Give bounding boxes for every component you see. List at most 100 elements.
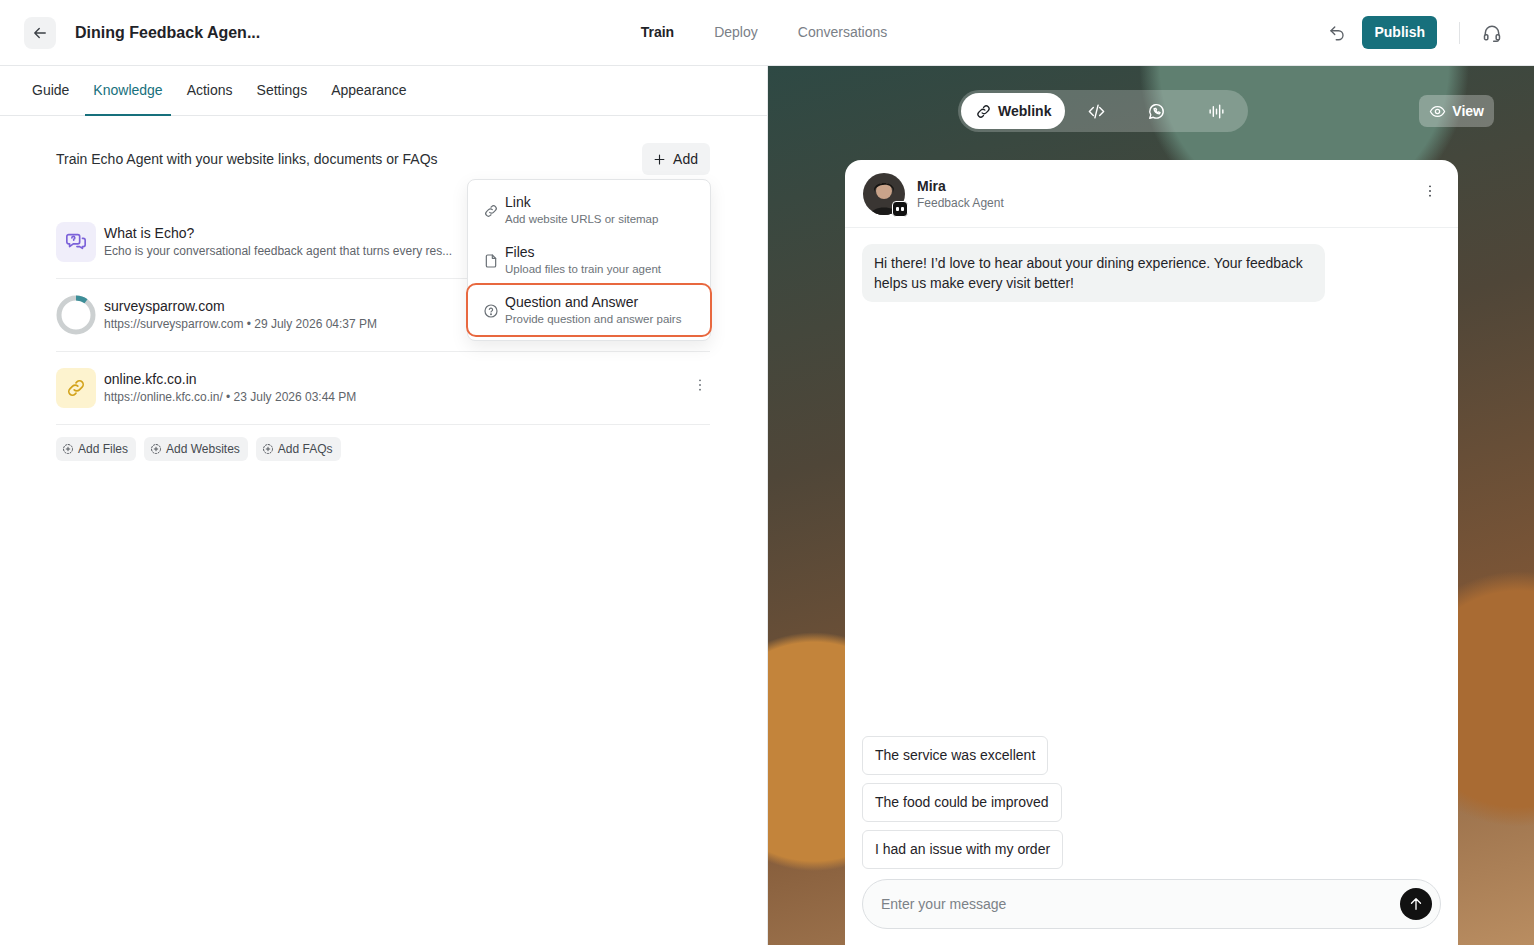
headset-icon	[1482, 23, 1502, 43]
agent-avatar	[863, 173, 905, 215]
main-nav: Train Deploy Conversations	[641, 18, 888, 47]
menu-item-title: Link	[505, 193, 658, 211]
source-subtitle: https://surveysparrow.com • 29 July 2026…	[104, 316, 459, 333]
agent-title: Dining Feedback Agen...	[75, 21, 260, 45]
source-menu-button[interactable]	[690, 375, 710, 401]
main-nav-item: Train	[641, 18, 674, 47]
quick-add-button[interactable]: Add Files	[56, 437, 136, 461]
suggestion-button[interactable]: I had an issue with my order	[862, 830, 1063, 869]
menu-item[interactable]: Question and AnswerProvide question and …	[468, 285, 710, 335]
message: Hi there! I’d love to hear about your di…	[862, 244, 1441, 302]
menu-item-text: LinkAdd website URLS or sitemap	[505, 193, 658, 227]
source-icon	[56, 295, 96, 335]
knowledge-intro: Train Echo Agent with your website links…	[56, 143, 710, 175]
chat-menu-button[interactable]	[1420, 181, 1440, 207]
channel-switch: Weblink	[958, 90, 1248, 132]
menu-item-text: FilesUpload files to train your agent	[505, 243, 661, 277]
kebab-icon	[692, 377, 708, 393]
menu-item[interactable]: FilesUpload files to train your agent	[468, 235, 710, 285]
message-composer	[862, 879, 1441, 929]
top-actions: Publish	[887, 16, 1504, 49]
support-button[interactable]	[1480, 21, 1504, 45]
top-bar: Dining Feedback Agen... Train Deploy Conver…	[0, 0, 1534, 66]
knowledge-source[interactable]: online.kfc.co.inhttps://online.kfc.co.in…	[56, 352, 710, 425]
source-info: surveysparrow.comhttps://surveysparrow.c…	[104, 297, 459, 333]
bot-eye	[901, 207, 904, 211]
files-icon	[483, 244, 499, 277]
back-button[interactable]	[24, 17, 56, 49]
menu-item-title: Question and Answer	[505, 293, 681, 311]
agent-name: Mira	[917, 177, 1004, 195]
main-nav-tab[interactable]: Conversations	[798, 18, 888, 47]
quick-add-button[interactable]: Add FAQs	[256, 437, 341, 461]
train-panel: GuideKnowledgeActionsSettingsAppearance T…	[0, 66, 768, 945]
channel-option[interactable]: Weblink	[961, 93, 1065, 129]
source-subtitle: Echo is your conversational feedback age…	[104, 243, 459, 260]
chat-widget: MiraFeedback Agent Hi there! I’d love to …	[845, 160, 1458, 945]
bot-eye	[896, 207, 899, 211]
preview-panel: Weblink View MiraFeedback Agent Hi there! I…	[768, 66, 1534, 945]
section-tabs: GuideKnowledgeActionsSettingsAppearance	[0, 66, 767, 116]
quick-add-label: Add FAQs	[278, 440, 333, 458]
main-nav-item: Deploy	[714, 18, 758, 47]
section-tab[interactable]: Settings	[249, 66, 316, 116]
message-list: Hi there! I’d love to hear about your di…	[845, 228, 1458, 736]
whatsapp-icon	[1147, 102, 1166, 121]
view-button[interactable]: View	[1419, 95, 1494, 127]
main-nav-item: Conversations	[798, 18, 888, 47]
main-nav-tab[interactable]: Train	[641, 18, 674, 47]
channel-option[interactable]	[1067, 93, 1125, 129]
add-button[interactable]: Add	[642, 143, 710, 175]
channel-option[interactable]	[1127, 93, 1185, 129]
message-input[interactable]	[879, 893, 1400, 916]
intro-text: Train Echo Agent with your website links…	[56, 149, 438, 170]
section-tab[interactable]: Guide	[24, 66, 77, 116]
faq-chat-icon	[65, 231, 87, 253]
add-label: Add	[673, 149, 698, 170]
voice-icon	[1207, 102, 1226, 121]
title-area: Dining Feedback Agen...	[24, 17, 641, 49]
send-arrow-icon	[1407, 895, 1425, 913]
embed-icon	[1087, 102, 1106, 121]
source-icon	[56, 222, 96, 262]
section-tab[interactable]: Knowledge	[85, 66, 170, 116]
channel-option[interactable]	[1187, 93, 1245, 129]
plus-icon	[652, 152, 667, 167]
menu-item[interactable]: LinkAdd website URLS or sitemap	[468, 185, 710, 235]
undo-button[interactable]	[1326, 22, 1348, 44]
source-subtitle: https://online.kfc.co.in/ • 23 July 2026…	[104, 389, 459, 406]
menu-item-description: Upload files to train your agent	[505, 261, 661, 277]
source-info: What is Echo?Echo is your conversational…	[104, 224, 459, 260]
menu-item-text: Question and AnswerProvide question and …	[505, 293, 681, 327]
divider	[1459, 22, 1460, 44]
dashed-plus-icon	[62, 443, 74, 455]
progress-fill	[59, 298, 93, 332]
source-title: online.kfc.co.in	[104, 370, 459, 389]
add-menu: LinkAdd website URLS or sitemap FilesUplo…	[467, 179, 711, 341]
quick-add-label: Add Websites	[166, 440, 240, 458]
source-info: online.kfc.co.inhttps://online.kfc.co.in…	[104, 370, 459, 406]
menu-item-description: Provide question and answer pairs	[505, 311, 681, 327]
suggestion-button[interactable]: The food could be improved	[862, 783, 1062, 822]
agent-role: Feedback Agent	[917, 195, 1004, 211]
view-label: View	[1452, 101, 1484, 122]
quick-add: Add Files Add Websites Add FAQs	[56, 437, 710, 461]
add-control: AddLinkAdd website URLS or sitemapFilesU…	[642, 143, 710, 175]
section-tab[interactable]: Actions	[179, 66, 241, 116]
link-icon	[65, 377, 87, 399]
menu-item-description: Add website URLS or sitemap	[505, 211, 658, 227]
preview-controls: Weblink View	[768, 90, 1534, 132]
quick-add-label: Add Files	[78, 440, 128, 458]
bot-badge-icon	[892, 201, 908, 217]
link-icon	[483, 194, 499, 227]
undo-icon	[1328, 24, 1346, 42]
send-button[interactable]	[1400, 888, 1432, 920]
quick-add-button[interactable]: Add Websites	[144, 437, 248, 461]
main-nav-tab[interactable]: Deploy	[714, 18, 758, 47]
dashed-plus-icon	[262, 443, 274, 455]
section-tab[interactable]: Appearance	[323, 66, 415, 116]
suggestion-button[interactable]: The service was excellent	[862, 736, 1048, 775]
progress-ring-icon	[56, 295, 96, 335]
question-icon	[483, 294, 499, 327]
publish-button[interactable]: Publish	[1362, 16, 1437, 49]
